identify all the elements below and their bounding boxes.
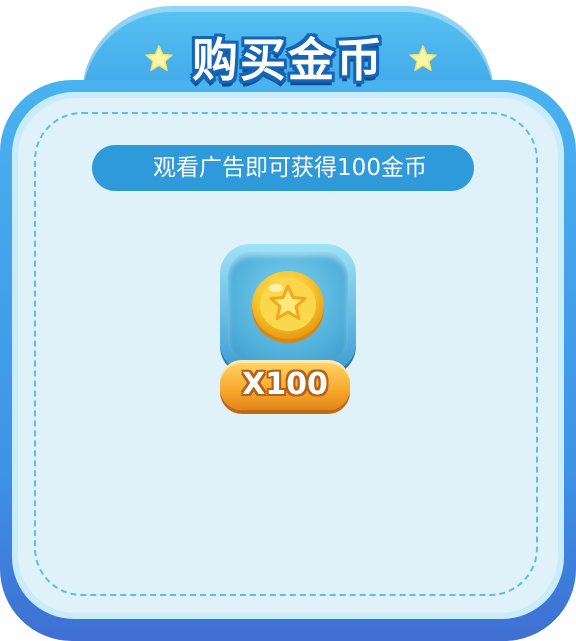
star-icon — [145, 45, 173, 71]
buy-coins-dialog: 购买金币 观看广告即可获得100金币 X100 — [0, 0, 576, 641]
reward-quantity-badge: X100 — [220, 360, 350, 410]
star-coin-icon — [252, 271, 324, 343]
dialog-title: 购买金币 — [192, 33, 384, 87]
info-banner: 观看广告即可获得100金币 — [92, 145, 474, 191]
star-icon — [409, 45, 437, 71]
